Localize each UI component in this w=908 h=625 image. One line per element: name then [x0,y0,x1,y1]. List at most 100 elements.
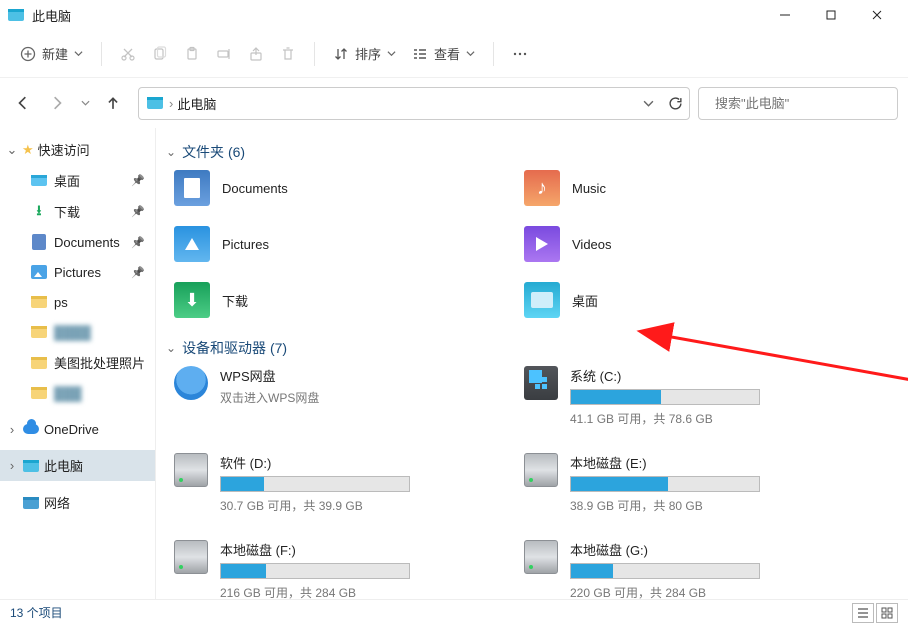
main-content: ⌄ 文件夹 (6) Documents Music Pictures Videos 下载… [156,128,908,599]
pics-folder-icon [174,226,210,262]
drive-stats: 38.9 GB 可用，共 80 GB [570,497,856,514]
maximize-button[interactable] [808,0,854,30]
drive-subtext: 双击进入WPS网盘 [220,389,506,406]
folder-item[interactable]: Videos [524,226,856,262]
share-button[interactable] [240,40,272,68]
toolbar: 新建 排序 查看 [0,30,908,78]
folder-item[interactable]: Documents [174,170,506,206]
drive-item[interactable]: 软件 (D:)30.7 GB 可用，共 39.9 GB [174,453,506,514]
refresh-icon[interactable] [668,96,683,111]
minimize-button[interactable] [762,0,808,30]
up-button[interactable] [98,88,128,118]
sidebar-item-label: 美图批处理照片 [54,353,145,372]
folder-label: Videos [572,237,612,252]
pin-icon: 📌 [131,266,145,279]
address-bar[interactable]: › 此电脑 [138,87,690,120]
sidebar-item-label: ███ [54,386,82,401]
folders-section-title: 文件夹 (6) [182,142,245,162]
sort-button[interactable]: 排序 [325,38,404,69]
drive-stats: 220 GB 可用，共 284 GB [570,584,856,599]
search-input[interactable] [715,96,891,111]
drive-name: 本地磁盘 (F:) [220,540,506,559]
music-folder-icon [524,170,560,206]
drive-name: WPS网盘 [220,366,506,385]
nav-arrows [6,88,130,118]
back-button[interactable] [8,88,38,118]
folder-item[interactable]: Pictures [174,226,506,262]
sidebar-quick-access[interactable]: ⌄ ★ 快速访问 [0,134,155,165]
cloud-icon [23,424,39,434]
new-button-label: 新建 [42,44,68,63]
sidebar-item[interactable]: ps [0,287,155,317]
breadcrumb-item[interactable]: 此电脑 [177,94,216,113]
search-box[interactable] [698,87,898,120]
sidebar-item[interactable]: ███ [0,378,155,408]
drive-icon [174,540,208,574]
folder-icon [31,357,47,369]
dl-folder-icon [174,282,210,318]
view-details-button[interactable] [852,603,874,623]
drive-icon [174,453,208,487]
rename-button[interactable] [208,40,240,68]
drive-item[interactable]: 系统 (C:)41.1 GB 可用，共 78.6 GB [524,366,856,427]
folder-item[interactable]: 下载 [174,282,506,318]
window-controls [762,0,900,30]
document-icon [32,234,46,250]
sidebar-item-label: 桌面 [54,171,80,190]
drive-item[interactable]: 本地磁盘 (E:)38.9 GB 可用，共 80 GB [524,453,856,514]
folder-item[interactable]: 桌面 [524,282,856,318]
sidebar-item-label: ps [54,295,68,310]
sidebar-item[interactable]: Documents📌 [0,227,155,257]
folder-icon [31,296,47,308]
download-icon: ⭳ [37,200,42,224]
sidebar-item[interactable]: 美图批处理照片 [0,347,155,378]
app-icon [8,9,24,21]
sidebar-item[interactable]: ████ [0,317,155,347]
forward-button[interactable] [42,88,72,118]
new-button[interactable]: 新建 [12,38,91,69]
more-button[interactable] [504,40,536,68]
sidebar: ⌄ ★ 快速访问 桌面 📌 ⭳下载📌Documents📌Pictures📌 ps ███… [0,128,156,599]
drives-section-header[interactable]: ⌄ 设备和驱动器 (7) [164,332,896,366]
folder-label: Music [572,181,606,196]
close-button[interactable] [854,0,900,30]
sidebar-item[interactable]: Pictures📌 [0,257,155,287]
drive-item[interactable]: WPS网盘双击进入WPS网盘 [174,366,506,427]
cut-button[interactable] [112,40,144,68]
sidebar-item[interactable]: ⭳下载📌 [0,196,155,227]
sidebar-network[interactable]: › 网络 [0,487,155,518]
drive-usage-bar [570,563,760,579]
title-bar: 此电脑 [0,0,908,30]
folder-icon [31,326,47,338]
drive-name: 系统 (C:) [570,366,856,385]
sidebar-onedrive-label: OneDrive [44,422,99,437]
view-tiles-button[interactable] [876,603,898,623]
drive-name: 软件 (D:) [220,453,506,472]
sidebar-this-pc-label: 此电脑 [44,456,83,475]
drive-item[interactable]: 本地磁盘 (G:) 220 GB 可用，共 284 GB [524,540,856,599]
folder-item[interactable]: Music [524,170,856,206]
sidebar-item[interactable]: 桌面 📌 [0,165,155,196]
sidebar-network-label: 网络 [44,493,70,512]
view-button[interactable]: 查看 [404,38,483,69]
copy-button[interactable] [144,40,176,68]
drive-name: 本地磁盘 (G:) [570,540,856,559]
window-title: 此电脑 [32,6,762,25]
drive-usage-bar [220,563,410,579]
pin-icon: 📌 [131,174,145,187]
sidebar-onedrive[interactable]: › OneDrive [0,414,155,444]
paste-button[interactable] [176,40,208,68]
folder-label: Documents [222,181,288,196]
folders-section-header[interactable]: ⌄ 文件夹 (6) [164,136,896,170]
drive-icon [174,366,208,400]
history-dropdown[interactable] [76,88,94,118]
delete-button[interactable] [272,40,304,68]
status-text: 13 个项目 [10,604,63,621]
status-bar: 13 个项目 [0,599,908,625]
sidebar-this-pc[interactable]: › 此电脑 [0,450,155,481]
chevron-down-icon[interactable] [643,98,654,109]
drive-icon [524,540,558,574]
drive-item[interactable]: 本地磁盘 (F:)216 GB 可用，共 284 GB [174,540,506,599]
view-button-label: 查看 [434,44,460,63]
sidebar-item-label: ████ [54,325,91,340]
